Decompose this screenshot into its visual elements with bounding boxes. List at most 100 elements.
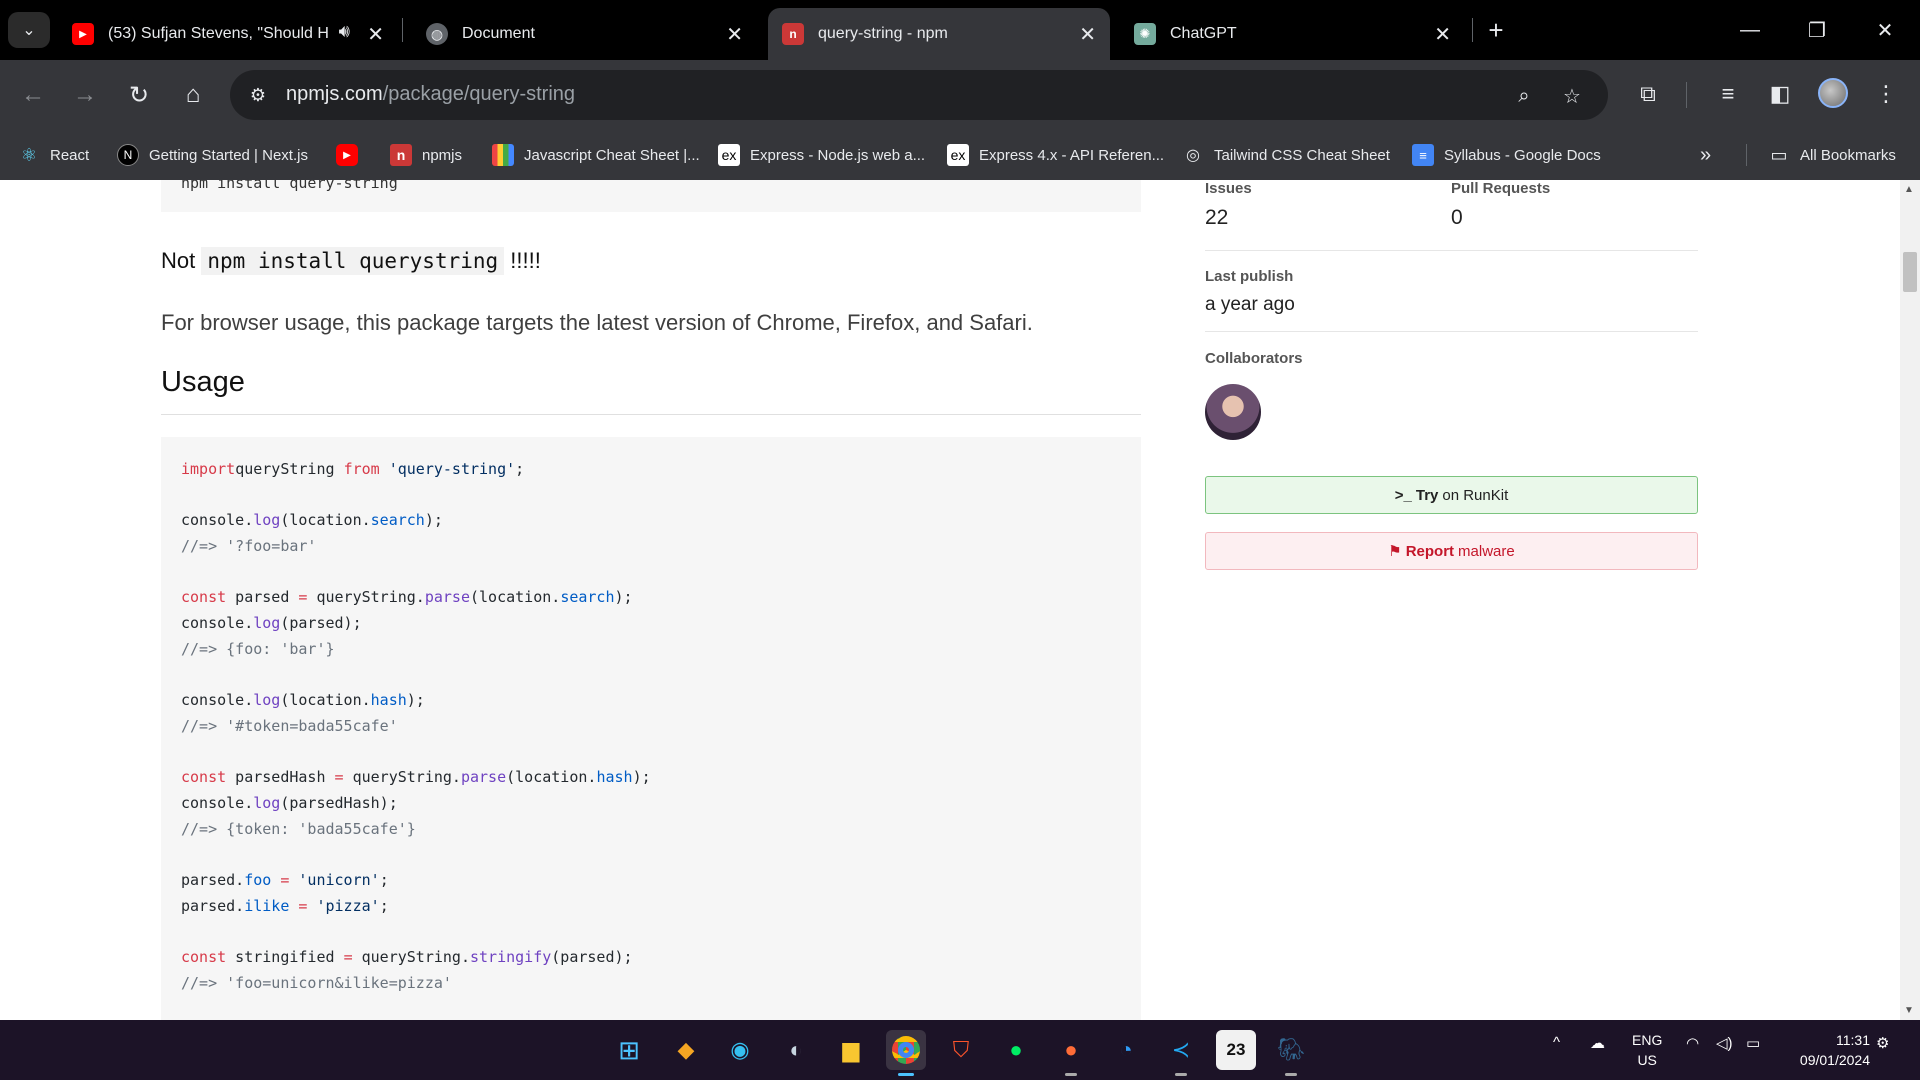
bookmark-tailwind[interactable]: ◎ Tailwind CSS Cheat Sheet [1182,140,1390,170]
bookmark-react[interactable]: ⚛ React [18,140,89,170]
new-tab-button[interactable]: + [1476,10,1516,50]
language-indicator[interactable]: ENG US [1632,1030,1662,1070]
bookmark-star-icon[interactable]: ☆ [1558,82,1586,110]
copilot-icon[interactable]: ◆ [666,1030,706,1070]
safari-like-icon[interactable]: ◔ [1106,1030,1146,1070]
code-token: from [343,460,380,478]
url-text[interactable]: npmjs.com/package/query-string [286,83,575,106]
address-bar[interactable]: ⚙ npmjs.com/package/query-string ⌕ ☆ [230,70,1608,120]
chevron-up-icon[interactable]: ^ [1553,1034,1560,1051]
code-token: console. [181,793,254,812]
scroll-up-icon[interactable]: ▲ [1904,184,1914,195]
collaborator-avatar[interactable] [1205,384,1261,440]
close-window-button[interactable]: ✕ [1865,10,1905,50]
code-line: console.log(parsed); [181,611,1121,637]
close-icon[interactable]: ✕ [367,22,384,47]
code-token: queryString [235,460,344,478]
steam-icon[interactable]: ◐ [776,1030,816,1070]
home-button[interactable]: ⌂ [174,76,212,114]
mongodb-compass-icon[interactable]: ● [996,1030,1036,1070]
page-scrollbar[interactable]: ▲ ▼ [1900,180,1920,1020]
code-line: const parsed = queryString.parse(locatio… [181,585,1121,611]
tab-query-string-npm[interactable]: n query-string - npm ✕ [768,8,1110,60]
postman-icon[interactable]: ● [1051,1030,1091,1076]
pull-requests-value[interactable]: 0 [1451,206,1463,230]
bookmark-syllabus[interactable]: ≡ Syllabus - Google Docs [1412,140,1601,170]
media-control-icon[interactable]: ≡ [1710,76,1746,112]
more-bookmarks-icon[interactable]: » [1700,140,1711,170]
issues-value[interactable]: 22 [1205,206,1228,230]
express-icon: ex [718,144,740,166]
code-token: 'query-string' [388,460,516,478]
restore-button[interactable]: ❐ [1797,10,1837,50]
side-panel-icon[interactable]: ◧ [1762,76,1798,112]
vscode-icon[interactable]: ≺ [1161,1030,1201,1076]
profile-avatar[interactable] [1818,78,1848,108]
extensions-icon[interactable]: ⧉ [1630,76,1666,112]
system-clock[interactable]: 11:31 09/01/2024 [1780,1030,1870,1070]
close-icon[interactable]: ✕ [1079,22,1096,47]
sidebar-divider [1205,250,1698,251]
onedrive-icon[interactable]: ☁ [1590,1034,1605,1052]
zoom-icon[interactable]: ⌕ [1510,82,1538,110]
volume-icon[interactable]: ◁) [1716,1034,1733,1052]
battery-icon[interactable]: ▭ [1746,1034,1760,1052]
tab-chatgpt[interactable]: ✺ ChatGPT ✕ [1120,8,1465,60]
code-token: 'pizza' [316,896,380,915]
scroll-thumb[interactable] [1903,252,1917,292]
code-token: ); [614,588,633,607]
bookmark-express[interactable]: ex Express - Node.js web a... [718,140,925,170]
last-publish-value: a year ago [1205,294,1295,315]
postgresql-icon[interactable]: 🐘︎ [1271,1030,1311,1076]
brave-icon[interactable]: ⛉ [941,1030,981,1070]
forward-button[interactable]: → [66,76,104,114]
bookmark-nextjs[interactable]: N Getting Started | Next.js [117,140,308,170]
code-line: //=> 'foo=unicorn&ilike=pizza' [181,971,1121,997]
file-explorer-icon[interactable]: ▆ [831,1030,871,1070]
minimize-button[interactable]: — [1730,10,1770,50]
bookmark-youtube[interactable]: ▶ [336,140,368,170]
terminal-icon: >_ [1394,486,1412,504]
code-token: ); [632,768,651,787]
scroll-down-icon[interactable]: ▼ [1904,1005,1914,1016]
tab-youtube[interactable]: ▶ (53) Sufjan Stevens, "Should Have 🔊︎ ✕ [58,8,398,60]
start-icon[interactable]: ⊞ [609,1030,649,1070]
last-publish-label: Last publish [1205,268,1294,285]
bookmark-npmjs[interactable]: n npmjs [390,140,462,170]
code-token: //=> '#token=bada55cafe' [181,716,398,735]
menu-icon[interactable]: ⋮ [1868,76,1904,112]
close-icon[interactable]: ✕ [726,22,743,47]
tab-title: query-string - npm [818,25,948,42]
youtube-icon: ▶ [336,144,358,166]
back-button[interactable]: ← [14,76,52,114]
bookmark-js-cheatsheet[interactable]: Javascript Cheat Sheet |... [492,140,700,170]
notification-icon[interactable]: ⚙ [1876,1034,1889,1052]
code-token: (location. [506,768,597,787]
speaker-icon[interactable]: 🔊︎ [339,21,350,42]
wifi-icon[interactable]: ◠ [1686,1034,1699,1052]
bookmark-express-api[interactable]: ex Express 4.x - API Referen... [947,140,1164,170]
edge-icon[interactable]: ◉ [720,1030,760,1070]
tab-document[interactable]: ◍ Document ✕ [412,8,757,60]
all-bookmarks-button[interactable]: ▭ All Bookmarks [1768,140,1895,170]
reload-button[interactable]: ↻ [120,76,158,114]
npm-icon: n [390,144,412,166]
site-info-icon[interactable]: ⚙ [246,83,270,107]
calendar-app-icon[interactable]: 23 [1216,1030,1256,1070]
usage-code-block: importqueryString from 'query-string'; co… [161,437,1141,1020]
code-token: (parsed); [280,614,362,633]
react-icon: ⚛ [20,144,38,165]
report-malware-button[interactable]: ⚑ Report malware [1205,532,1698,570]
close-icon[interactable]: ✕ [1434,22,1451,47]
chrome-icon[interactable] [886,1030,926,1076]
code-token: ); [406,691,425,710]
code-token: import [181,460,236,478]
try-on-runkit-button[interactable]: >_ Try on RunKit [1205,476,1698,514]
code-token: parsed. [181,871,245,889]
chatgpt-icon: ✺ [1134,23,1156,45]
tab-search-button[interactable]: ⌄ [8,12,50,48]
code-token: search [560,588,615,607]
